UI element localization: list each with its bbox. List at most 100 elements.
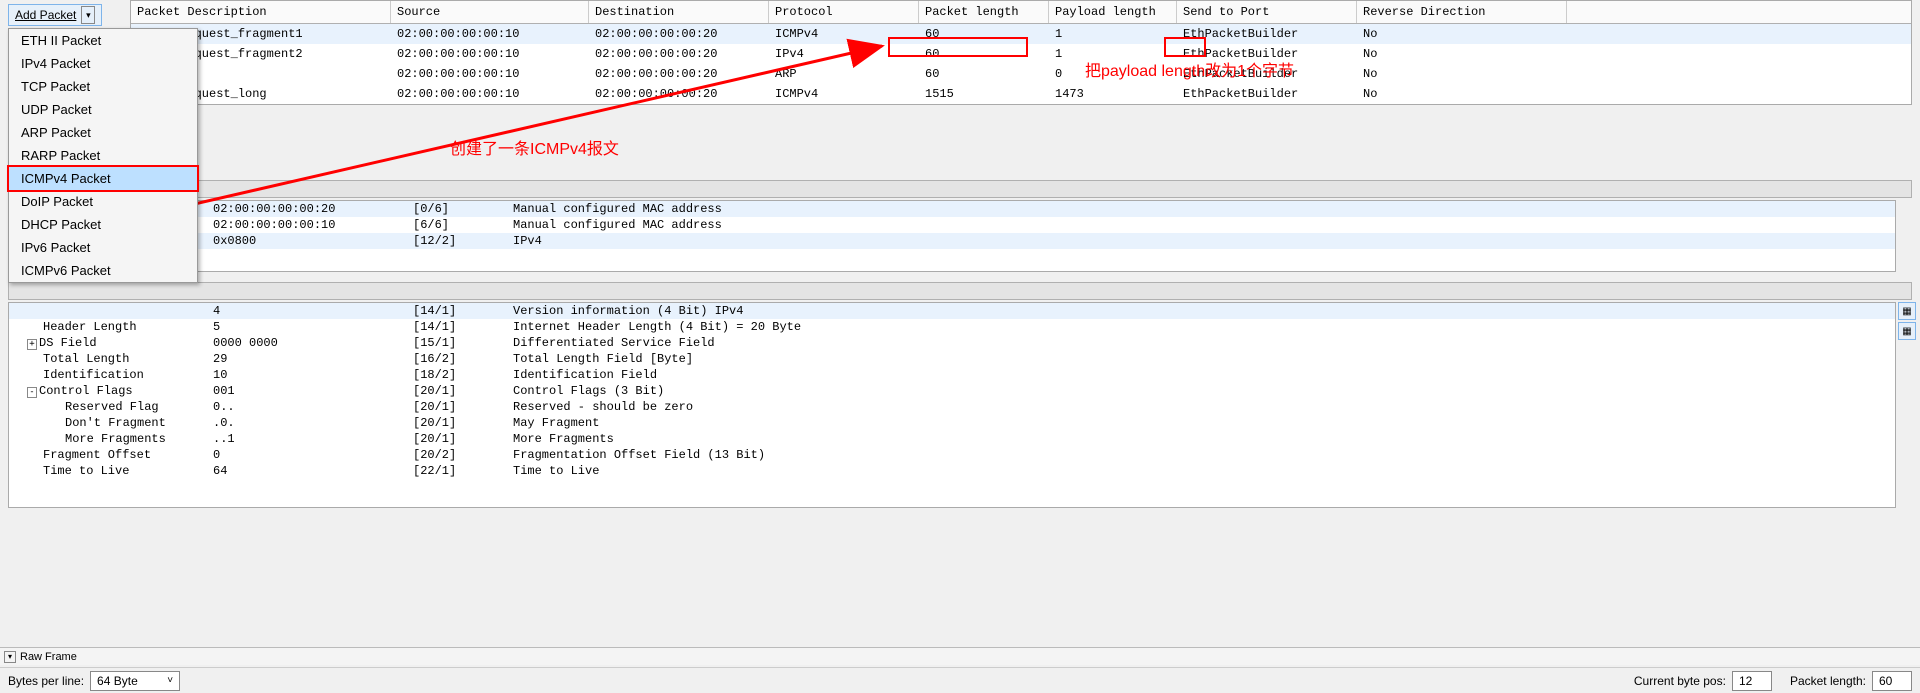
field-off: [22/1] <box>413 464 513 478</box>
cell-src: 02:00:00:00:00:10 <box>391 25 589 43</box>
col-payload-length[interactable]: Payload length <box>1049 1 1177 23</box>
cell-plload: 1 <box>1049 25 1177 43</box>
cell-src: 02:00:00:00:00:10 <box>391 85 589 103</box>
packet-length-field[interactable]: 60 <box>1872 671 1912 691</box>
cell-dst: 02:00:00:00:00:20 <box>589 25 769 43</box>
field-name: -Control Flags <box>13 384 213 398</box>
ipv4-header-section: 4[14/1]Version information (4 Bit) IPv4H… <box>8 302 1896 508</box>
field-off: [20/1] <box>413 384 513 398</box>
menu-item-icmpv4-packet[interactable]: ICMPv4 Packet <box>7 165 199 192</box>
splitter-mid[interactable] <box>8 282 1912 300</box>
annotation-text-2: 把payload length改为1个字节 <box>1085 57 1294 81</box>
cell-src: 02:00:00:00:00:10 <box>391 45 589 63</box>
col-reverse-direction[interactable]: Reverse Direction <box>1357 1 1567 23</box>
add-packet-menu: ETH II PacketIPv4 PacketTCP PacketUDP Pa… <box>8 28 198 283</box>
field-off: [20/2] <box>413 448 513 462</box>
add-packet-button[interactable]: Add Packet ▾ <box>8 4 102 26</box>
field-off: [16/2] <box>413 352 513 366</box>
cell-plload: 1473 <box>1049 85 1177 103</box>
cell-rev: No <box>1357 65 1567 83</box>
cell-prot: ICMPv4 <box>769 85 919 103</box>
table-row[interactable]: _echo_request_long02:00:00:00:00:1002:00… <box>131 84 1911 104</box>
col-protocol[interactable]: Protocol <box>769 1 919 23</box>
bytes-per-line-combo[interactable]: 64 Byte <box>90 671 180 691</box>
col-packet-description[interactable]: Packet Description <box>131 1 391 23</box>
field-off: [18/2] <box>413 368 513 382</box>
packet-length-label: Packet length: <box>1790 674 1866 688</box>
eth-field-row[interactable]: 02:00:00:00:00:20[0/6]Manual configured … <box>9 201 1895 217</box>
raw-frame-dropdown-icon[interactable]: ▾ <box>4 651 16 663</box>
ipv4-field-row[interactable]: More Fragments..1[20/1]More Fragments <box>9 431 1895 447</box>
menu-item-udp-packet[interactable]: UDP Packet <box>9 98 197 121</box>
cell-plen: 1515 <box>919 85 1049 103</box>
eth-field-row[interactable]: 02:00:00:00:00:10[6/6]Manual configured … <box>9 217 1895 233</box>
field-desc: Total Length Field [Byte] <box>513 352 1895 366</box>
field-val: 5 <box>213 320 413 334</box>
ipv4-field-row[interactable]: Identification10[18/2]Identification Fie… <box>9 367 1895 383</box>
eth-desc: IPv4 <box>513 234 1895 248</box>
table-row[interactable]: ply02:00:00:00:00:1002:00:00:00:00:20ARP… <box>131 64 1911 84</box>
menu-item-icmpv6-packet[interactable]: ICMPv6 Packet <box>9 259 197 282</box>
ipv4-field-row[interactable]: 4[14/1]Version information (4 Bit) IPv4 <box>9 303 1895 319</box>
highlight-protocol <box>888 37 1028 57</box>
field-off: [20/1] <box>413 400 513 414</box>
bottom-bar: Bytes per line: 64 Byte Current byte pos… <box>0 667 1920 693</box>
field-desc: Differentiated Service Field <box>513 336 1895 350</box>
field-name: Don't Fragment <box>13 416 213 430</box>
field-val: 64 <box>213 464 413 478</box>
field-desc: Fragmentation Offset Field (13 Bit) <box>513 448 1895 462</box>
col-source[interactable]: Source <box>391 1 589 23</box>
ipv4-field-row[interactable]: Reserved Flag0..[20/1]Reserved - should … <box>9 399 1895 415</box>
collapse-icon[interactable]: - <box>27 387 37 398</box>
menu-item-ipv6-packet[interactable]: IPv6 Packet <box>9 236 197 259</box>
field-val: 4 <box>213 304 413 318</box>
col-destination[interactable]: Destination <box>589 1 769 23</box>
field-name: Fragment Offset <box>13 448 213 462</box>
menu-item-eth-ii-packet[interactable]: ETH II Packet <box>9 29 197 52</box>
side-button-2[interactable]: ▦ <box>1898 322 1916 340</box>
field-val: 001 <box>213 384 413 398</box>
field-desc: More Fragments <box>513 432 1895 446</box>
col-packet-length[interactable]: Packet length <box>919 1 1049 23</box>
bytes-per-line-label: Bytes per line: <box>8 674 84 688</box>
field-val: 0 <box>213 448 413 462</box>
cell-dst: 02:00:00:00:00:20 <box>589 45 769 63</box>
current-byte-pos-field[interactable]: 12 <box>1732 671 1772 691</box>
field-name: Identification <box>13 368 213 382</box>
ipv4-field-row[interactable]: +DS Field0000 0000[15/1]Differentiated S… <box>9 335 1895 351</box>
raw-frame-bar: ▾ Raw Frame <box>0 647 1920 665</box>
ipv4-field-row[interactable]: Fragment Offset0[20/2]Fragmentation Offs… <box>9 447 1895 463</box>
field-name: Time to Live <box>13 464 213 478</box>
menu-item-ipv4-packet[interactable]: IPv4 Packet <box>9 52 197 75</box>
eth-value: 02:00:00:00:00:20 <box>213 202 413 216</box>
expand-icon[interactable]: + <box>27 339 37 350</box>
ipv4-field-row[interactable]: Header Length5[14/1]Internet Header Leng… <box>9 319 1895 335</box>
highlight-payload <box>1164 37 1206 57</box>
menu-item-arp-packet[interactable]: ARP Packet <box>9 121 197 144</box>
menu-item-rarp-packet[interactable]: RARP Packet <box>9 144 197 167</box>
eth-offset: [12/2] <box>413 234 513 248</box>
splitter-top[interactable] <box>8 180 1912 198</box>
field-val: .0. <box>213 416 413 430</box>
menu-item-doip-packet[interactable]: DoIP Packet <box>9 190 197 213</box>
side-button-1[interactable]: ▦ <box>1898 302 1916 320</box>
add-packet-label: Add Packet <box>15 8 76 22</box>
field-off: [14/1] <box>413 320 513 334</box>
cell-rev: No <box>1357 25 1567 43</box>
ipv4-field-row[interactable]: Time to Live64[22/1]Time to Live <box>9 463 1895 479</box>
ipv4-field-row[interactable]: Total Length29[16/2]Total Length Field [… <box>9 351 1895 367</box>
field-val: 10 <box>213 368 413 382</box>
col-send-to-port[interactable]: Send to Port <box>1177 1 1357 23</box>
eth-field-row[interactable]: 0x0800[12/2]IPv4 <box>9 233 1895 249</box>
field-val: 0000 0000 <box>213 336 413 350</box>
chevron-down-icon[interactable]: ▾ <box>81 6 95 24</box>
eth-desc: Manual configured MAC address <box>513 202 1895 216</box>
field-val: 0.. <box>213 400 413 414</box>
field-off: [15/1] <box>413 336 513 350</box>
field-name: Total Length <box>13 352 213 366</box>
ipv4-field-row[interactable]: -Control Flags001[20/1]Control Flags (3 … <box>9 383 1895 399</box>
annotation-text-1: 创建了一条ICMPv4报文 <box>450 135 619 159</box>
menu-item-dhcp-packet[interactable]: DHCP Packet <box>9 213 197 236</box>
menu-item-tcp-packet[interactable]: TCP Packet <box>9 75 197 98</box>
ipv4-field-row[interactable]: Don't Fragment.0.[20/1]May Fragment <box>9 415 1895 431</box>
